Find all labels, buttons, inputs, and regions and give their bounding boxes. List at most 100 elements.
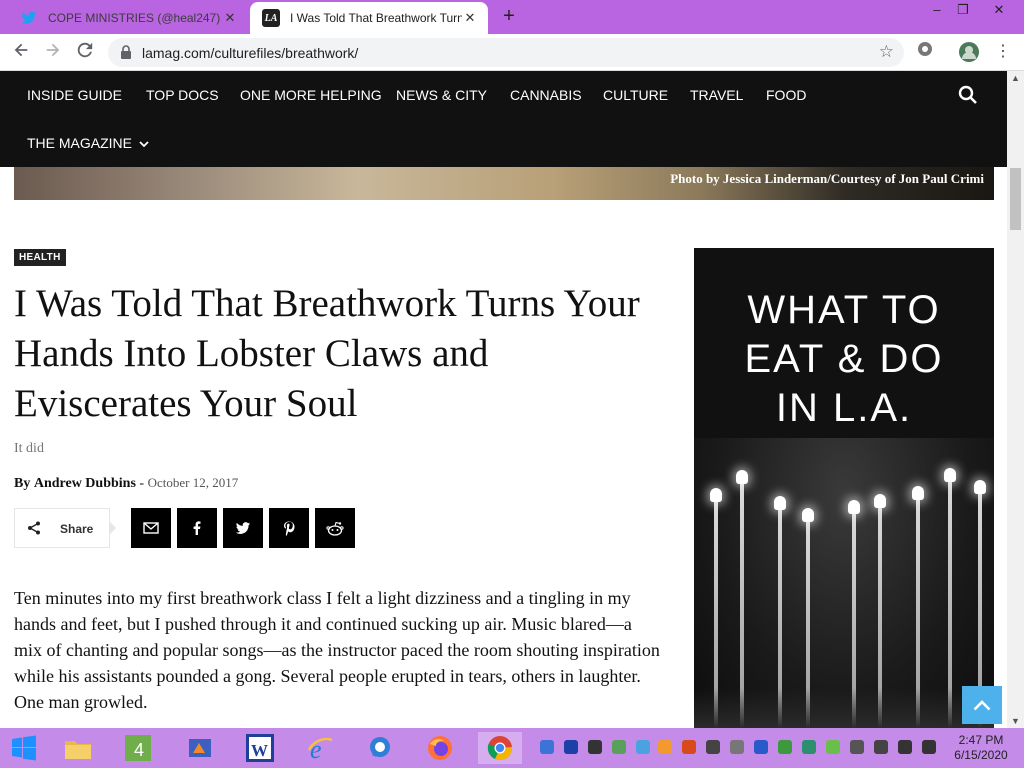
- firefox-icon[interactable]: [424, 732, 456, 764]
- pinterest-icon: [284, 521, 295, 536]
- close-tab-icon[interactable]: ✕: [462, 10, 478, 26]
- tray-check-icon[interactable]: [612, 740, 626, 754]
- browser-toolbar: lamag.com/culturefiles/breathwork/ ☆ ⋮: [0, 34, 1024, 71]
- page-scrollbar[interactable]: ▲ ▼: [1007, 71, 1024, 728]
- byline-by: By: [14, 476, 31, 491]
- nav-item-news-city[interactable]: NEWS & CITY: [396, 87, 487, 103]
- hero-image: Photo by Jessica Linderman/Courtesy of J…: [14, 167, 994, 200]
- nav-item-the-magazine[interactable]: THE MAGAZINE: [27, 135, 149, 151]
- tray-monitor-icon[interactable]: [898, 740, 912, 754]
- tray-cloud-icon[interactable]: [730, 740, 744, 754]
- nav-item-inside-guide[interactable]: INSIDE GUIDE: [27, 87, 122, 103]
- ad-line-3: IN L.A.: [775, 386, 913, 430]
- share-pinterest-button[interactable]: [269, 508, 309, 548]
- tray-sync-icon[interactable]: [636, 740, 650, 754]
- hero-photo-caption: Photo by Jessica Linderman/Courtesy of J…: [670, 171, 984, 186]
- tray-green-check-icon[interactable]: [826, 740, 840, 754]
- close-window-button[interactable]: ✕: [984, 0, 1014, 22]
- nav-item-one-more-helping[interactable]: ONE MORE HELPING: [240, 87, 382, 103]
- tab-twitter[interactable]: COPE MINISTRIES (@heal247) / T ✕: [8, 2, 248, 34]
- ad-line-1: WHAT TO: [747, 288, 941, 332]
- tray-shield-icon[interactable]: [778, 740, 792, 754]
- clock-date: 6/15/2020: [954, 748, 1008, 762]
- twitter-icon: [20, 9, 38, 27]
- ad-line-2: EAT & DO: [744, 337, 944, 381]
- chat-app-icon[interactable]: [364, 732, 396, 764]
- chevron-down-icon: [139, 141, 149, 148]
- app-four-icon[interactable]: 4: [122, 732, 154, 764]
- tab-lamag[interactable]: LA I Was Told That Breathwork Turn ✕: [250, 2, 488, 34]
- word-icon[interactable]: W: [244, 732, 276, 764]
- share-email-button[interactable]: [131, 508, 171, 548]
- extension-icon[interactable]: [914, 41, 936, 63]
- nav-magazine-label: THE MAGAZINE: [27, 135, 133, 151]
- nav-item-travel[interactable]: TRAVEL: [690, 87, 743, 103]
- tray-network-icon[interactable]: [540, 740, 554, 754]
- reddit-icon: [326, 521, 344, 536]
- author-link[interactable]: Andrew Dubbins: [34, 476, 136, 491]
- article-headline: I Was Told That Breathwork Turns Your Ha…: [14, 282, 640, 425]
- twitter-icon: [235, 521, 251, 534]
- tray-malwarebytes-icon[interactable]: [564, 740, 578, 754]
- urban-light-photo: [694, 438, 994, 728]
- email-icon: [143, 522, 159, 534]
- scroll-down-icon[interactable]: ▼: [1011, 716, 1020, 726]
- url-text: lamag.com/culturefiles/breathwork/: [142, 45, 359, 61]
- file-explorer-icon[interactable]: [62, 732, 94, 764]
- internet-explorer-icon[interactable]: e: [304, 732, 336, 764]
- browser-tab-strip: COPE MINISTRIES (@heal247) / T ✕ LA I Wa…: [0, 0, 1024, 34]
- svg-text:4: 4: [134, 740, 144, 760]
- clock-time: 2:47 PM: [958, 733, 1004, 747]
- site-navigation: INSIDE GUIDE TOP DOCS ONE MORE HELPING N…: [0, 71, 1007, 167]
- tray-tool-icon[interactable]: [706, 740, 720, 754]
- volume-icon[interactable]: [922, 740, 936, 754]
- nav-item-cannabis[interactable]: CANNABIS: [510, 87, 582, 103]
- nav-item-food[interactable]: FOOD: [766, 87, 806, 103]
- new-tab-button[interactable]: +: [498, 6, 520, 28]
- advertisement-banner[interactable]: WHAT TO EAT & DO IN L.A.: [694, 248, 994, 728]
- category-badge[interactable]: HEALTH: [14, 249, 66, 266]
- tray-app-icon[interactable]: [588, 740, 602, 754]
- lock-icon[interactable]: [120, 45, 132, 64]
- browser-menu-icon[interactable]: ⋮: [992, 41, 1014, 63]
- app-builder-icon[interactable]: [184, 732, 216, 764]
- tray-flag-icon[interactable]: [850, 740, 864, 754]
- arrow-up-icon: [973, 700, 991, 711]
- tab-title: COPE MINISTRIES (@heal247) / T: [48, 11, 222, 25]
- tray-people-icon[interactable]: [658, 740, 672, 754]
- share-facebook-button[interactable]: [177, 508, 217, 548]
- nav-item-top-docs[interactable]: TOP DOCS: [146, 87, 219, 103]
- share-label-box: Share: [14, 508, 110, 548]
- facebook-icon: [193, 521, 201, 535]
- scroll-up-icon[interactable]: ▲: [1011, 73, 1020, 83]
- share-twitter-button[interactable]: [223, 508, 263, 548]
- share-icon: [27, 521, 41, 540]
- search-icon[interactable]: [958, 85, 978, 110]
- nav-item-culture[interactable]: CULTURE: [603, 87, 668, 103]
- scroll-thumb[interactable]: [1010, 168, 1021, 230]
- profile-avatar[interactable]: [958, 41, 980, 63]
- forward-icon[interactable]: [42, 41, 64, 63]
- reload-icon[interactable]: [74, 41, 96, 63]
- article-content: Photo by Jessica Linderman/Courtesy of J…: [0, 167, 1007, 728]
- ad-headline: WHAT TO EAT & DO IN L.A.: [694, 286, 994, 433]
- share-label: Share: [60, 522, 94, 536]
- tray-vpn-icon[interactable]: [802, 740, 816, 754]
- share-arrow: [109, 521, 116, 535]
- system-clock[interactable]: 2:47 PM 6/15/2020: [948, 733, 1014, 763]
- back-icon[interactable]: [10, 41, 32, 63]
- tray-ccu-icon[interactable]: [682, 740, 696, 754]
- scroll-to-top-button[interactable]: [962, 686, 1002, 724]
- tray-mic-icon[interactable]: [874, 740, 888, 754]
- share-reddit-button[interactable]: [315, 508, 355, 548]
- bookmark-star-icon[interactable]: ☆: [879, 42, 894, 62]
- close-tab-icon[interactable]: ✕: [222, 10, 238, 26]
- bluetooth-icon[interactable]: [754, 740, 768, 754]
- chrome-icon[interactable]: [478, 732, 522, 764]
- address-bar[interactable]: lamag.com/culturefiles/breathwork/ ☆: [108, 38, 904, 67]
- la-mag-icon: LA: [262, 9, 280, 27]
- article-byline: By Andrew Dubbins - October 12, 2017: [14, 475, 238, 492]
- article-body-paragraph: Ten minutes into my first breathwork cla…: [14, 588, 660, 712]
- windows-start-icon[interactable]: [8, 732, 40, 764]
- maximize-button[interactable]: ❐: [948, 0, 978, 22]
